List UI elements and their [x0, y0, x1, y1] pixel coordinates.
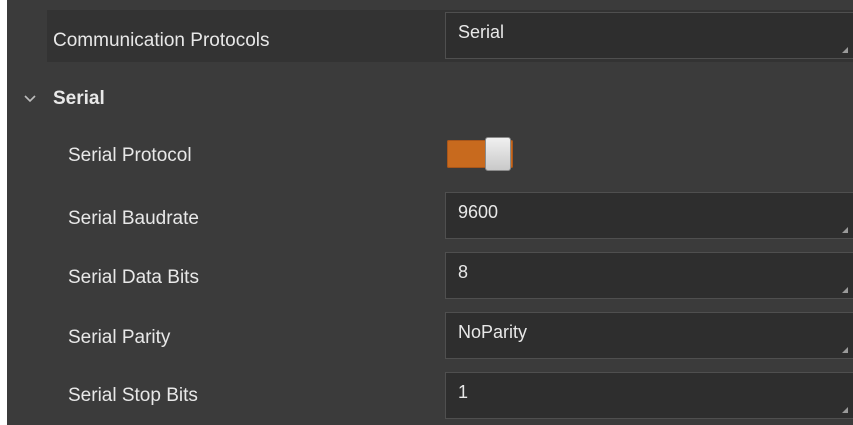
- toggle-knob: [485, 137, 511, 171]
- serial-baudrate-label: Serial Baudrate: [68, 208, 199, 229]
- serial-parity-label: Serial Parity: [68, 327, 171, 348]
- chevron-down-icon[interactable]: [23, 92, 37, 106]
- resize-grip-icon: [842, 47, 848, 53]
- serial-data-bits-value: 8: [458, 262, 469, 282]
- serial-baudrate-input[interactable]: 9600: [445, 192, 853, 239]
- resize-grip-icon: [842, 407, 848, 413]
- serial-data-bits-label: Serial Data Bits: [68, 267, 199, 288]
- properties-panel: Communication Protocols Serial Serial Se…: [7, 0, 853, 425]
- resize-grip-icon: [842, 287, 848, 293]
- serial-parity-select[interactable]: NoParity: [445, 312, 853, 359]
- resize-grip-icon: [842, 347, 848, 353]
- serial-baudrate-value: 9600: [458, 202, 499, 222]
- resize-grip-icon: [842, 227, 848, 233]
- communication-protocols-select[interactable]: Serial: [445, 12, 853, 59]
- serial-stop-bits-value: 1: [458, 382, 469, 402]
- serial-parity-value: NoParity: [458, 322, 528, 342]
- serial-stop-bits-label: Serial Stop Bits: [68, 385, 198, 406]
- serial-data-bits-input[interactable]: 8: [445, 252, 853, 299]
- serial-protocol-label: Serial Protocol: [68, 145, 192, 166]
- communication-protocols-value: Serial: [458, 22, 505, 42]
- group-title-serial[interactable]: Serial: [53, 88, 105, 110]
- communication-protocols-label: Communication Protocols: [53, 30, 270, 51]
- serial-stop-bits-input[interactable]: 1: [445, 372, 853, 419]
- serial-protocol-toggle[interactable]: [447, 137, 513, 171]
